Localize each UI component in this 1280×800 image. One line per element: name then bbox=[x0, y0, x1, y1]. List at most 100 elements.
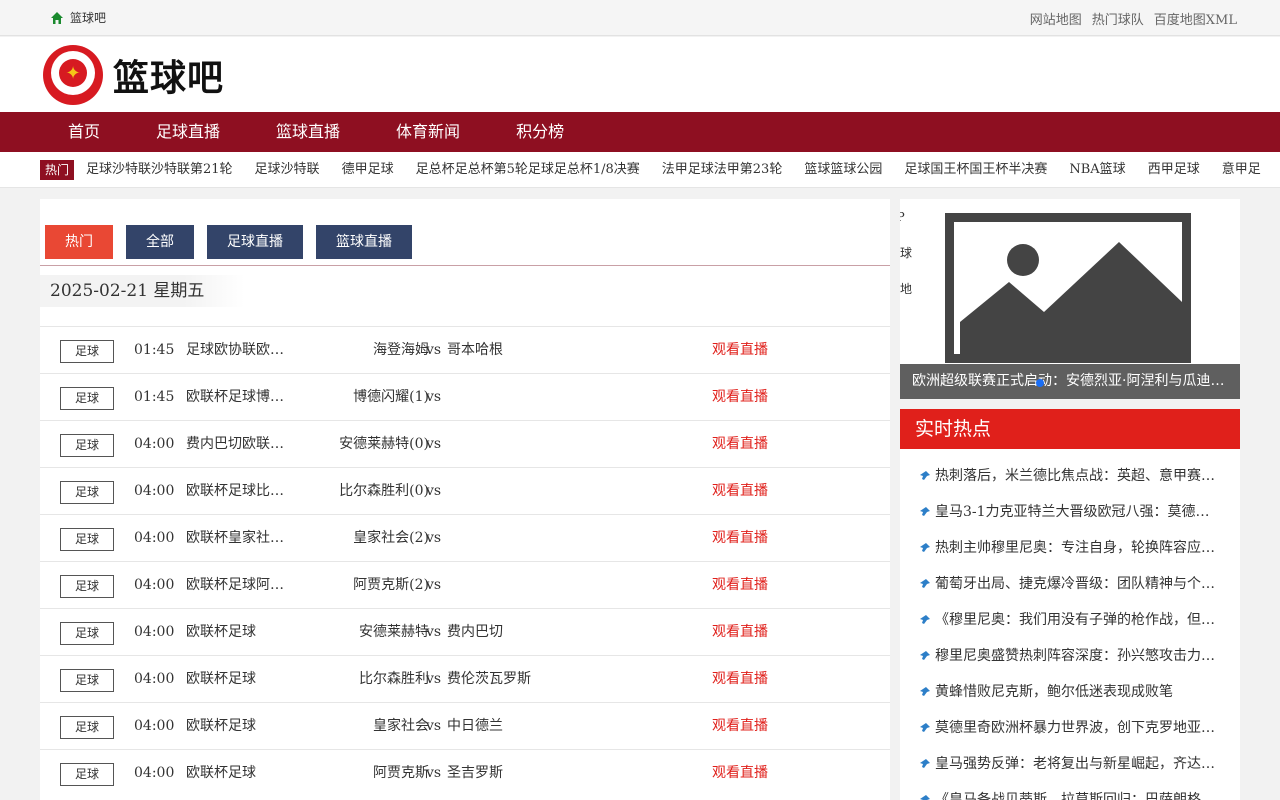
hot-teams-link[interactable]: 热门球队 bbox=[1092, 9, 1144, 28]
hot-news-item[interactable]: 《皇马备战贝蒂斯，拉莫斯回归：巴萨朗格莱伤停》 bbox=[900, 782, 1240, 800]
sport-tag[interactable]: 足球 bbox=[60, 622, 114, 645]
hot-news-item[interactable]: 穆里尼奥盛赞热刺阵容深度：孙兴慜攻击力惊人 bbox=[900, 638, 1240, 674]
watch-live-link[interactable]: 观看直播 bbox=[712, 750, 768, 797]
tab-football-live[interactable]: 足球直播 bbox=[207, 225, 303, 259]
hot-news-item[interactable]: 《穆里尼奥：我们用没有子弹的枪作战，但仍有希望》 bbox=[900, 602, 1240, 638]
sport-tag[interactable]: 足球 bbox=[60, 763, 114, 786]
sport-tag[interactable]: 足球 bbox=[60, 340, 114, 363]
away-team[interactable]: 圣吉罗斯 bbox=[447, 750, 503, 797]
home-team[interactable]: 皇家社会(2) bbox=[309, 515, 429, 562]
hot-news-item[interactable]: 皇马3-1力克亚特兰大晋级欧冠八强：莫德里奇建功 bbox=[900, 494, 1240, 530]
nav-item-standings[interactable]: 积分榜 bbox=[488, 112, 592, 152]
home-team[interactable]: 比尔森胜利 bbox=[309, 656, 429, 703]
no-image-placeholder-icon bbox=[945, 213, 1191, 363]
watch-live-link[interactable]: 观看直播 bbox=[712, 421, 768, 468]
site-header: ✦ 篮球吧 bbox=[0, 37, 1280, 112]
match-league[interactable]: 欧联杯足球阿贾克斯 bbox=[186, 562, 296, 609]
hot-tag-link[interactable]: 西甲足球 bbox=[1148, 152, 1200, 187]
match-time: 01:45 bbox=[134, 389, 175, 405]
match-time: 04:00 bbox=[134, 436, 175, 452]
match-league[interactable]: 欧联杯足球 bbox=[186, 703, 296, 750]
match-league[interactable]: 欧联杯足球 bbox=[186, 609, 296, 656]
match-time: 04:00 bbox=[134, 483, 175, 499]
sport-tag[interactable]: 足球 bbox=[60, 481, 114, 504]
sitemap-link[interactable]: 网站地图 bbox=[1030, 9, 1082, 28]
away-team[interactable]: 费伦茨瓦罗斯 bbox=[447, 656, 531, 703]
match-league[interactable]: 欧联杯足球博德闪耀 bbox=[186, 374, 296, 421]
home-team[interactable]: 阿贾克斯(2) bbox=[309, 562, 429, 609]
watch-live-link[interactable]: 观看直播 bbox=[712, 515, 768, 562]
away-team[interactable]: 中日德兰 bbox=[447, 703, 503, 750]
home-team[interactable]: 海登海姆 bbox=[309, 327, 429, 374]
hot-badge: 热门 bbox=[40, 160, 75, 180]
nav-item-home[interactable]: 首页 bbox=[40, 112, 128, 152]
watch-live-link[interactable]: 观看直播 bbox=[712, 703, 768, 750]
schedule-tabs: 热门 全部 足球直播 篮球直播 bbox=[45, 225, 412, 259]
site-logo[interactable]: ✦ 篮球吧 bbox=[43, 45, 224, 105]
match-row: 足球 04:00 欧联杯足球阿贾克斯阿贾克斯(2)vs 观看直播 bbox=[40, 561, 890, 608]
baidu-sitemap-link[interactable]: 百度地图XML bbox=[1154, 9, 1237, 28]
home-team[interactable]: 安德莱赫特(0) bbox=[309, 421, 429, 468]
home-link[interactable]: 篮球吧 bbox=[50, 9, 106, 26]
home-team[interactable]: 皇家社会 bbox=[309, 703, 429, 750]
hot-news-item[interactable]: 热刺落后，米兰德比焦点战：英超、意甲赛事前瞻 bbox=[900, 458, 1240, 494]
match-league[interactable]: 欧联杯足球 bbox=[186, 656, 296, 703]
home-team[interactable]: 比尔森胜利(0) bbox=[309, 468, 429, 515]
away-team[interactable]: 费内巴切 bbox=[447, 609, 503, 656]
hot-tag-link[interactable]: NBA篮球 bbox=[1069, 152, 1125, 187]
hot-tag-link[interactable]: 足总杯足总杯第5轮足球足总杯1/8决赛 bbox=[416, 152, 640, 187]
sport-tag[interactable]: 足球 bbox=[60, 387, 114, 410]
hot-news-text: 热刺落后，米兰德比焦点战：英超、意甲赛事前瞻 bbox=[935, 468, 1240, 484]
pin-icon bbox=[920, 543, 930, 552]
sport-tag[interactable]: 足球 bbox=[60, 716, 114, 739]
pin-icon bbox=[920, 615, 930, 624]
hot-tag-link[interactable]: 篮球篮球公园 bbox=[804, 152, 882, 187]
match-league[interactable]: 足球欧协联欧协联附加赛 bbox=[186, 327, 296, 374]
sport-tag[interactable]: 足球 bbox=[60, 575, 114, 598]
hot-tag-link[interactable]: 足球沙特联 bbox=[255, 152, 320, 187]
main-nav: 首页 足球直播 篮球直播 体育新闻 积分榜 bbox=[0, 112, 1280, 152]
tab-basketball-live[interactable]: 篮球直播 bbox=[316, 225, 412, 259]
match-league[interactable]: 欧联杯足球比尔森胜利 bbox=[186, 468, 296, 515]
match-row: 足球 04:00 欧联杯足球 皇家社会 vs 中日德兰 观看直播 bbox=[40, 702, 890, 749]
nav-item-football-live[interactable]: 足球直播 bbox=[128, 112, 248, 152]
sport-tag[interactable]: 足球 bbox=[60, 528, 114, 551]
watch-live-link[interactable]: 观看直播 bbox=[712, 656, 768, 703]
tab-hot[interactable]: 热门 bbox=[45, 225, 113, 259]
match-league[interactable]: 费内巴切欧联杯足球 bbox=[186, 421, 296, 468]
match-league[interactable]: 欧联杯皇家社会足球 bbox=[186, 515, 296, 562]
nav-item-basketball-live[interactable]: 篮球直播 bbox=[248, 112, 368, 152]
match-row: 足球 01:45 足球欧协联欧协联附加赛海登海姆vs 哥本哈根 观看直播 bbox=[40, 326, 890, 373]
hot-tag-link[interactable]: 足球沙特联沙特联第21轮 bbox=[86, 152, 233, 187]
slider-dot[interactable] bbox=[1036, 379, 1044, 387]
hot-tag-link[interactable]: 意甲足 bbox=[1222, 152, 1261, 187]
slide-caption[interactable]: 欧洲超级联赛正式启动：安德烈亚·阿涅利与瓜迪奥拉的新征程 bbox=[900, 364, 1240, 399]
tab-all[interactable]: 全部 bbox=[126, 225, 194, 259]
vs-label: vs bbox=[426, 530, 442, 546]
watch-live-link[interactable]: 观看直播 bbox=[712, 562, 768, 609]
home-team[interactable]: 阿贾克斯 bbox=[309, 750, 429, 797]
hot-tag-link[interactable]: 德甲足球 bbox=[342, 152, 394, 187]
match-league[interactable]: 欧联杯足球 bbox=[186, 750, 296, 797]
hot-news-item[interactable]: 黄蜂惜败尼克斯，鲍尔低迷表现成败笔 bbox=[900, 674, 1240, 710]
sport-tag[interactable]: 足球 bbox=[60, 669, 114, 692]
hot-tag-link[interactable]: 法甲足球法甲第23轮 bbox=[662, 152, 783, 187]
home-team[interactable]: 博德闪耀(1) bbox=[309, 374, 429, 421]
watch-live-link[interactable]: 观看直播 bbox=[712, 609, 768, 656]
news-slider[interactable]: AP 足球 内地 欧洲超级联赛正式启动：安德烈亚·阿涅利与瓜迪奥拉的新征程 bbox=[900, 199, 1240, 399]
watch-live-link[interactable]: 观看直播 bbox=[712, 327, 768, 374]
hot-news-item[interactable]: 葡萄牙出局、捷克爆冷晋级：团队精神与个人英雄 bbox=[900, 566, 1240, 602]
watch-live-link[interactable]: 观看直播 bbox=[712, 468, 768, 515]
ghost-line: 内地 bbox=[900, 282, 913, 296]
match-row: 足球 04:00 欧联杯足球 比尔森胜利 vs 费伦茨瓦罗斯 观看直播 bbox=[40, 655, 890, 702]
sport-tag[interactable]: 足球 bbox=[60, 434, 114, 457]
hot-news-item[interactable]: 热刺主帅穆里尼奥：专注自身，轮换阵容应对赛程 bbox=[900, 530, 1240, 566]
hot-tag-link[interactable]: 足球国王杯国王杯半决赛 bbox=[904, 152, 1047, 187]
nav-item-sports-news[interactable]: 体育新闻 bbox=[368, 112, 488, 152]
pin-icon bbox=[920, 651, 930, 660]
watch-live-link[interactable]: 观看直播 bbox=[712, 374, 768, 421]
hot-news-item[interactable]: 皇马强势反弹：老将复出与新星崛起，齐达内笑了 bbox=[900, 746, 1240, 782]
home-team[interactable]: 安德莱赫特 bbox=[309, 609, 429, 656]
away-team[interactable]: 哥本哈根 bbox=[447, 327, 503, 374]
hot-news-item[interactable]: 莫德里奇欧洲杯暴力世界波，创下克罗地亚纪录 bbox=[900, 710, 1240, 746]
